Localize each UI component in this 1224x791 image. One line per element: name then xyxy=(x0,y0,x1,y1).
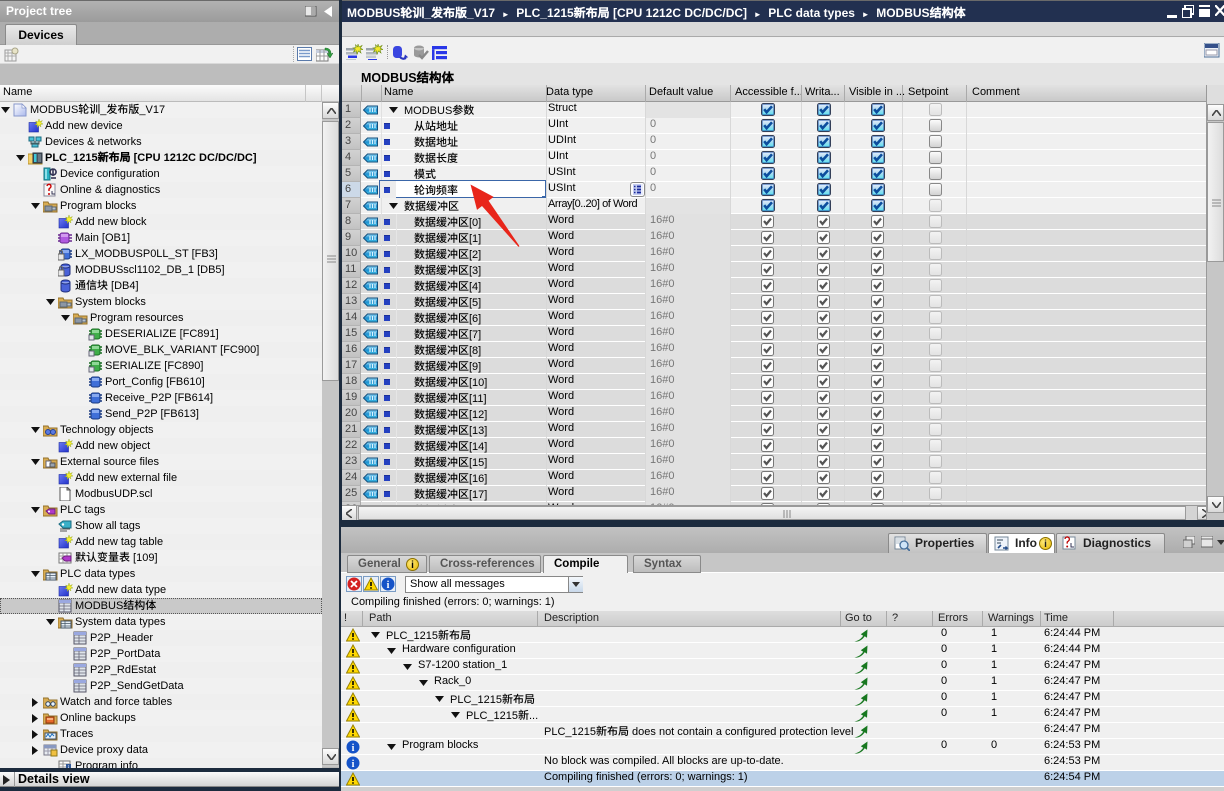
svg-text:i: i xyxy=(352,759,355,770)
svg-text:i: i xyxy=(387,580,390,591)
svg-text:i: i xyxy=(352,743,355,754)
